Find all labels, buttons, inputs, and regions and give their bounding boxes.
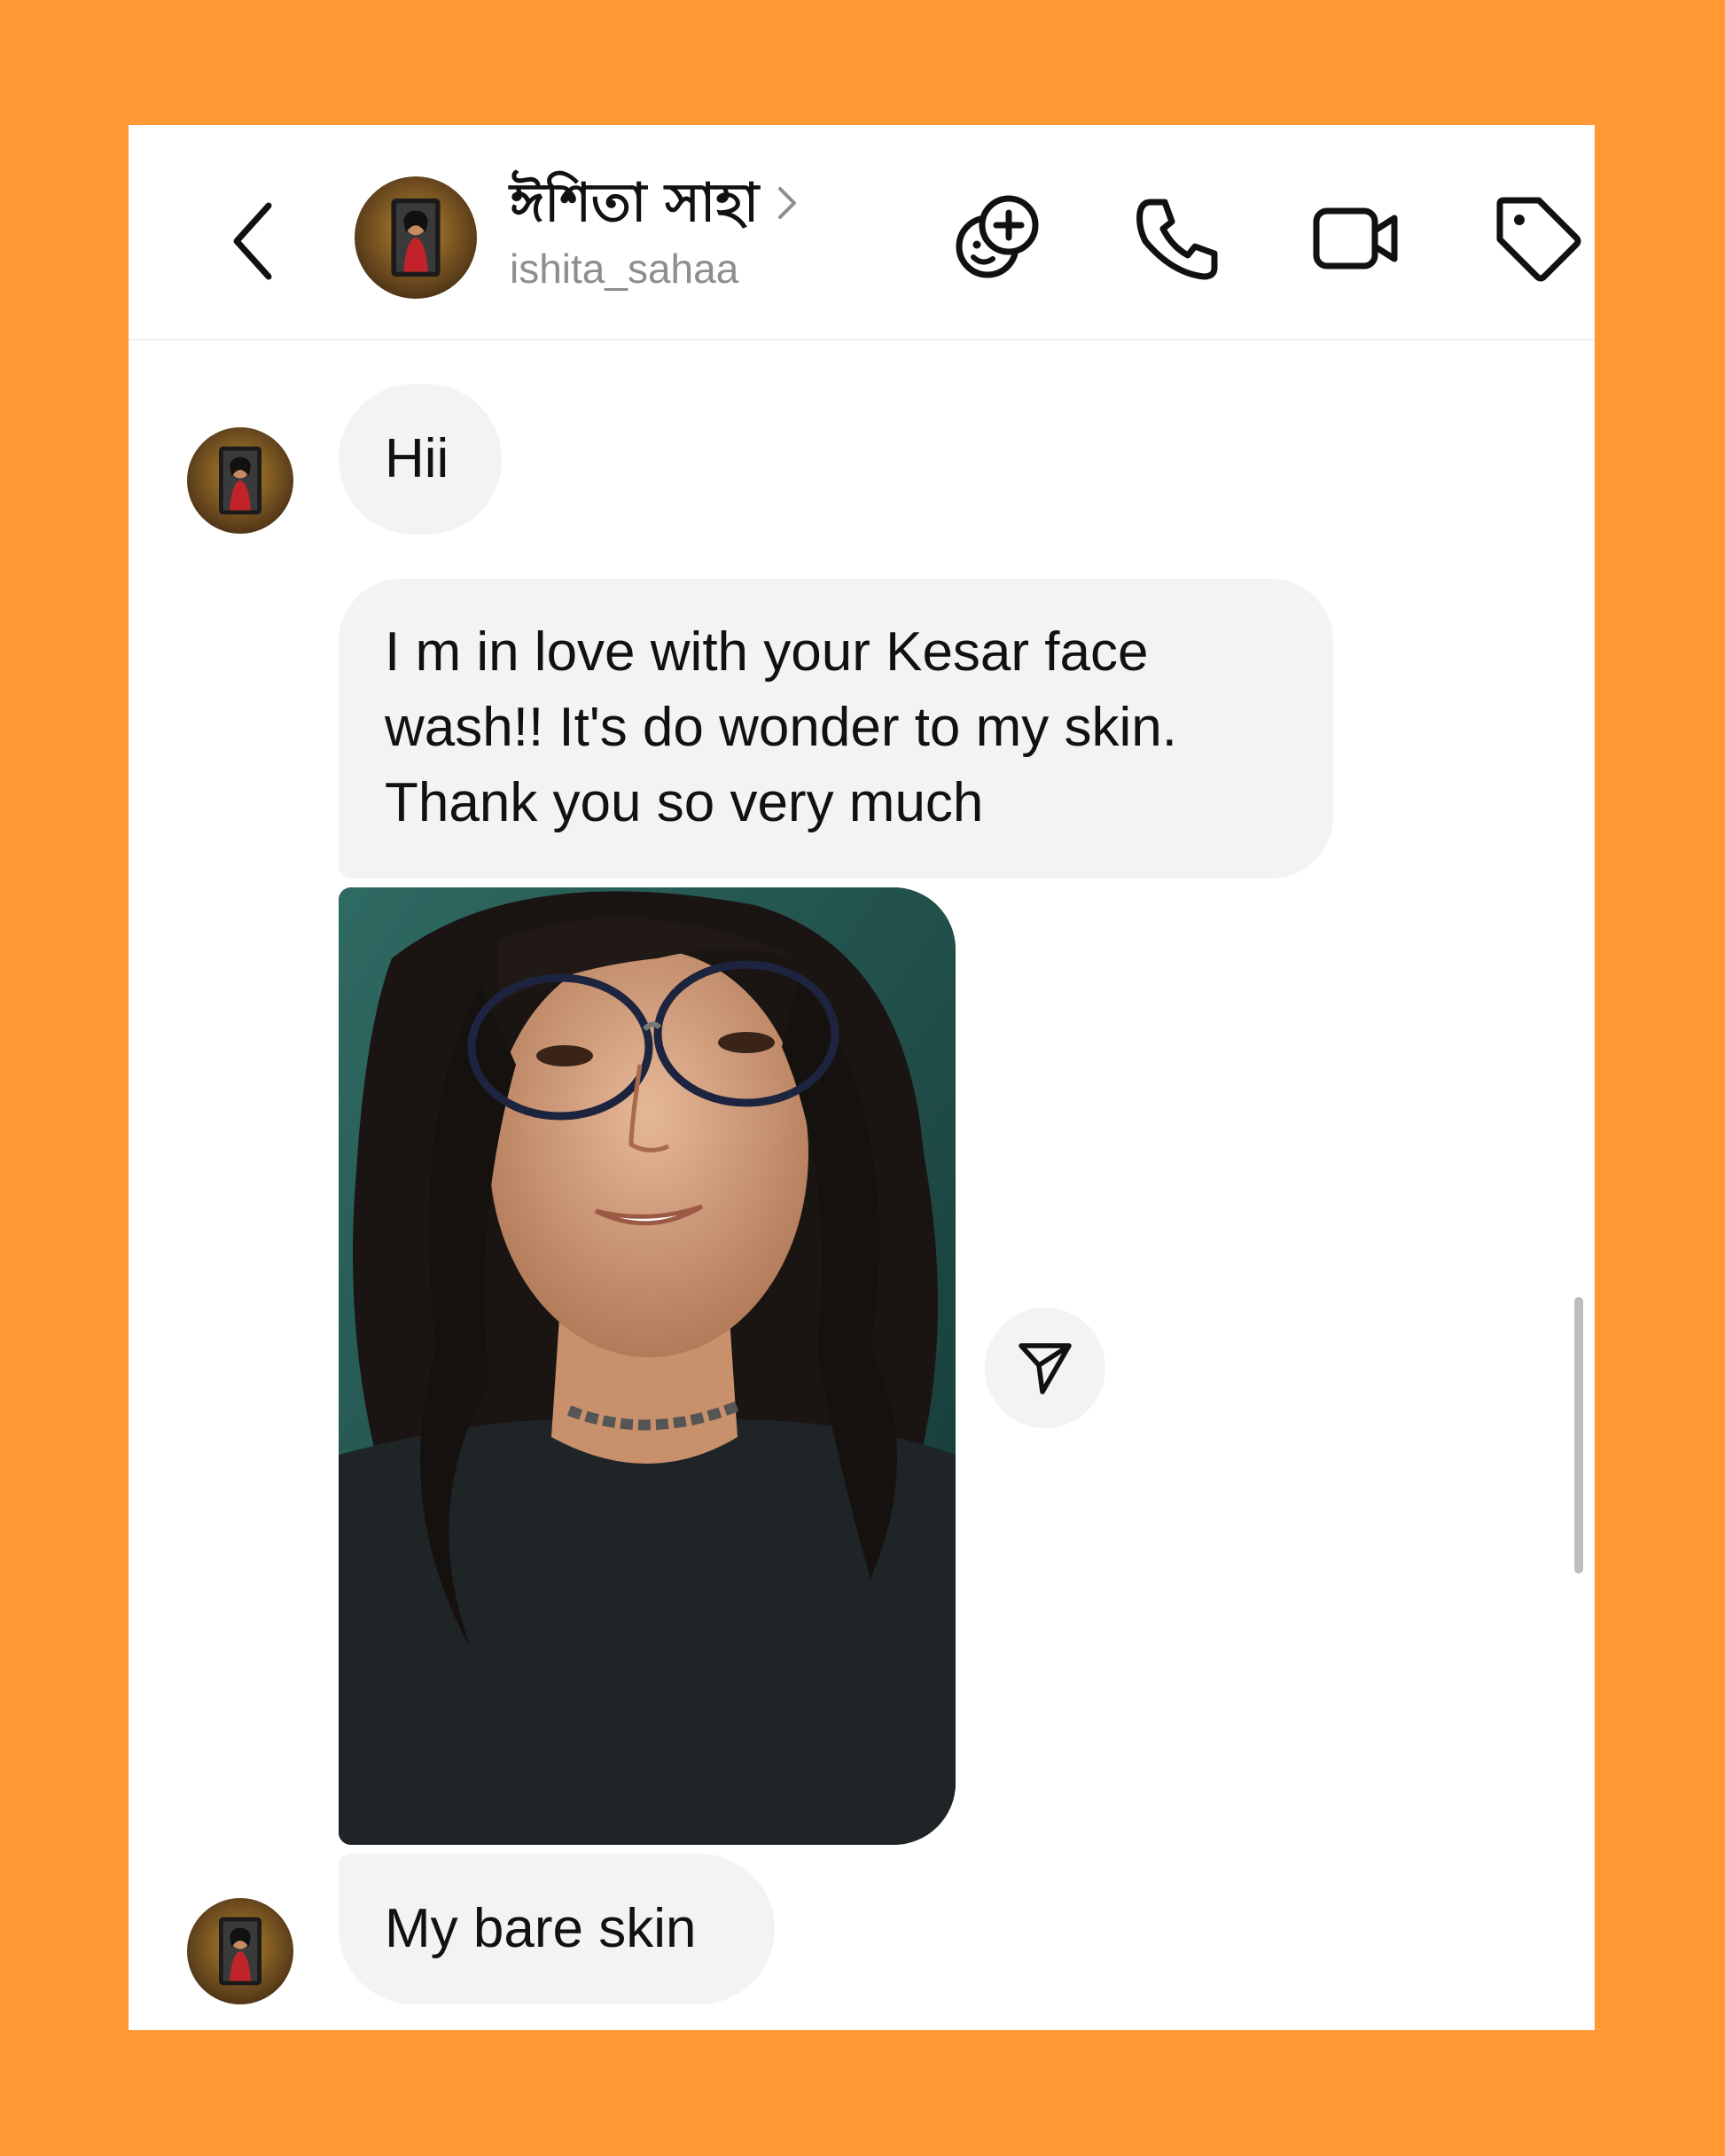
phone-icon: [1136, 199, 1218, 280]
back-arrow-icon: [233, 202, 272, 280]
share-button[interactable]: [985, 1308, 1105, 1428]
message-line: wash!! It's do wonder to my skin.: [385, 697, 1177, 758]
add-sticker-icon: [956, 195, 1039, 278]
add-sticker-button[interactable]: [942, 185, 1049, 292]
message-bubble[interactable]: Hii: [339, 384, 502, 535]
contact-title[interactable]: ঈশিতা সাহা ishita_sahaa: [510, 164, 882, 297]
chevron-right-icon: [778, 187, 797, 219]
send-icon: [1019, 1343, 1072, 1394]
selfie-image: [339, 887, 956, 1845]
message-text: Hii: [385, 428, 449, 489]
back-button[interactable]: [217, 192, 288, 290]
photo-message[interactable]: [339, 887, 956, 1845]
message-bubble[interactable]: I m in love with your Kesar face wash!! …: [339, 579, 1333, 879]
scrollbar[interactable]: [1574, 1297, 1583, 1574]
tag-icon: [1496, 197, 1581, 282]
message-bubble[interactable]: My bare skin: [339, 1854, 775, 2004]
call-button[interactable]: [1125, 185, 1231, 292]
message-line: I m in love with your Kesar face: [385, 621, 1149, 683]
tag-button[interactable]: [1485, 185, 1591, 292]
username: ishita_sahaa: [510, 246, 739, 292]
video-icon: [1313, 207, 1398, 270]
chat-header: ঈশিতা সাহা ishita_sahaa: [129, 125, 1595, 340]
sender-avatar[interactable]: [187, 1898, 293, 2004]
message-text: My bare skin: [385, 1898, 697, 1959]
display-name: ঈশিতা সাহা: [510, 172, 760, 234]
profile-avatar[interactable]: [355, 176, 477, 299]
sender-avatar[interactable]: [187, 427, 293, 534]
chat-window: ঈশিতা সাহা ishita_sahaa Hii I m in love …: [129, 125, 1595, 2030]
message-line: Thank you so very much: [385, 772, 984, 833]
video-call-button[interactable]: [1303, 185, 1409, 292]
